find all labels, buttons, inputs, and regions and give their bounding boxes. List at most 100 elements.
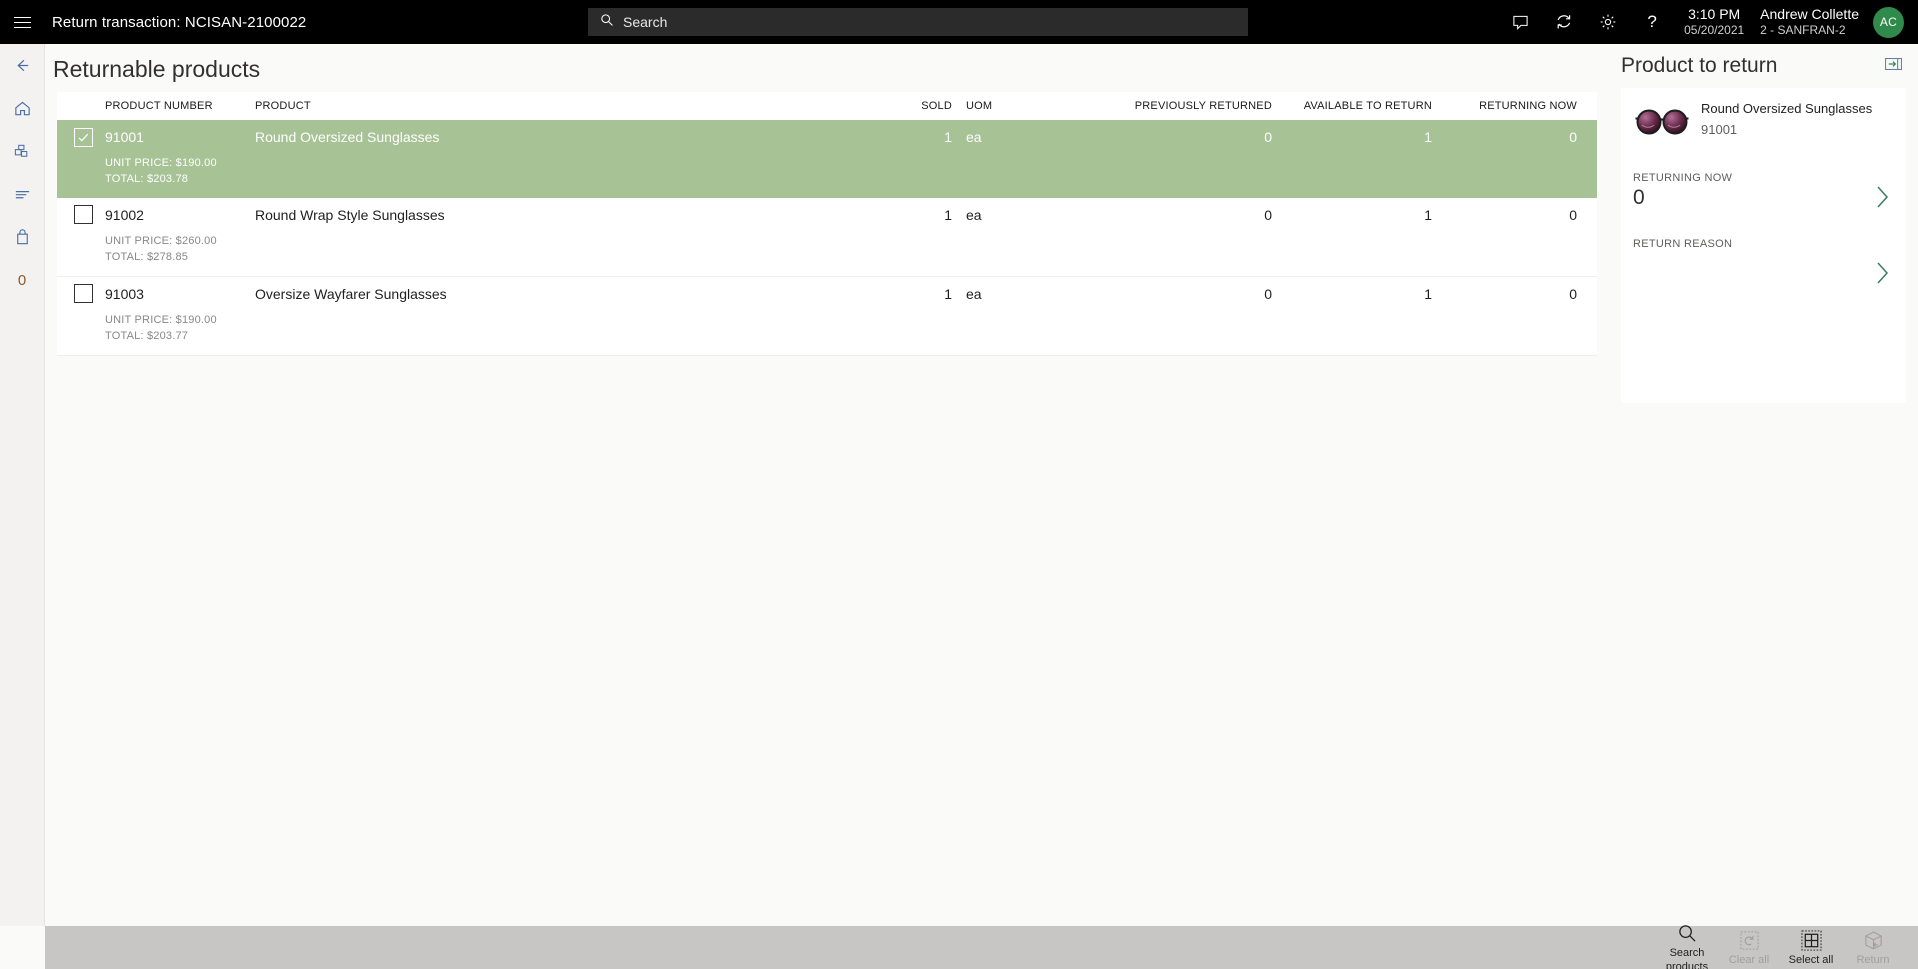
cell-product: Round Wrap Style Sunglasses bbox=[255, 206, 445, 223]
select-all-button[interactable]: Select all bbox=[1780, 928, 1842, 968]
column-header-available-to-return: AVAILABLE TO RETURN bbox=[1303, 100, 1432, 112]
clear-all-icon bbox=[1739, 931, 1759, 950]
cell-available-to-return: 1 bbox=[1424, 129, 1432, 145]
sidebar-cart-count: 0 bbox=[17, 272, 27, 289]
main-content: Returnable products PRODUCT NUMBER PRODU… bbox=[45, 44, 1609, 926]
help-question-icon[interactable]: ? bbox=[1630, 0, 1674, 44]
cell-product-number: 91003 bbox=[105, 285, 144, 302]
row-checkbox[interactable] bbox=[74, 284, 93, 304]
bottom-action-bar: Search products Clear all Select all Ret… bbox=[45, 924, 1918, 969]
sidebar-item-home[interactable] bbox=[0, 87, 45, 130]
cell-returning-now: 0 bbox=[1569, 129, 1577, 145]
select-all-label: Select all bbox=[1788, 953, 1834, 966]
sidebar-item-products[interactable] bbox=[0, 130, 45, 173]
cell-previously-returned: 0 bbox=[1264, 285, 1272, 302]
cell-returning-now: 0 bbox=[1569, 285, 1577, 302]
global-search-input[interactable]: Search bbox=[588, 8, 1248, 36]
panel-title: Product to return bbox=[1621, 54, 1778, 77]
page-heading: Returnable products bbox=[53, 56, 261, 82]
product-to-return-panel: Product to return Round Oversized Sungla… bbox=[1609, 44, 1918, 926]
expand-panel-icon[interactable] bbox=[1885, 57, 1902, 76]
search-products-button[interactable]: Search products bbox=[1656, 921, 1718, 969]
cell-unit-price: UNIT PRICE: $190.00 bbox=[105, 313, 217, 326]
chevron-right-icon[interactable] bbox=[1874, 260, 1890, 291]
return-reason-label: RETURN REASON bbox=[1633, 238, 1733, 250]
column-header-product-number: PRODUCT NUMBER bbox=[105, 100, 213, 112]
cell-previously-returned: 0 bbox=[1264, 129, 1272, 145]
cell-unit-price: UNIT PRICE: $260.00 bbox=[105, 234, 217, 247]
selected-product-summary: Round Oversized Sunglasses 91001 bbox=[1621, 88, 1906, 146]
sunglasses-thumbnail-icon bbox=[1633, 98, 1691, 146]
cell-product: Oversize Wayfarer Sunglasses bbox=[255, 285, 447, 302]
panel-header: Product to return bbox=[1609, 44, 1918, 78]
return-reason-field[interactable]: RETURN REASON bbox=[1621, 238, 1906, 284]
settings-gear-icon[interactable] bbox=[1586, 0, 1630, 44]
cell-total: TOTAL: $203.78 bbox=[105, 172, 189, 185]
return-reason-value bbox=[1633, 252, 1894, 278]
clear-all-label: Clear all bbox=[1728, 953, 1770, 966]
row-price-details: UNIT PRICE: $260.00 TOTAL: $278.85 bbox=[57, 232, 1597, 276]
current-date: 05/20/2021 bbox=[1684, 23, 1745, 38]
chevron-right-icon[interactable] bbox=[1874, 184, 1890, 215]
row-price-details: UNIT PRICE: $190.00 TOTAL: $203.78 bbox=[57, 154, 1597, 198]
sidebar-item-journal[interactable] bbox=[0, 173, 45, 216]
sync-icon[interactable] bbox=[1542, 0, 1586, 44]
user-store: 2 - SANFRAN-2 bbox=[1760, 23, 1846, 38]
return-label: Return bbox=[1856, 953, 1890, 966]
cell-product-number: 91001 bbox=[105, 129, 144, 145]
return-button[interactable]: Return bbox=[1842, 928, 1904, 968]
returning-now-field[interactable]: RETURNING NOW 0 bbox=[1621, 172, 1906, 212]
cell-sold: 1 bbox=[944, 206, 952, 223]
page-title-transaction: Return transaction: NCISAN-2100022 bbox=[52, 13, 307, 31]
row-checkbox[interactable] bbox=[74, 127, 93, 147]
cell-returning-now: 0 bbox=[1569, 206, 1577, 223]
row-checkbox[interactable] bbox=[74, 205, 93, 225]
returning-now-value: 0 bbox=[1633, 186, 1645, 209]
top-bar-right-cluster: ? 3:10 PM 05/20/2021 Andrew Collette 2 -… bbox=[1498, 0, 1918, 44]
check-icon bbox=[78, 133, 89, 142]
cell-unit-price: UNIT PRICE: $190.00 bbox=[105, 157, 217, 169]
cell-sold: 1 bbox=[944, 129, 952, 145]
sidebar-item-cart[interactable] bbox=[0, 216, 45, 259]
cell-available-to-return: 1 bbox=[1424, 206, 1432, 223]
table-row[interactable]: 91002 Round Wrap Style Sunglasses 1 ea 0… bbox=[57, 197, 1597, 277]
search-products-label: Search products bbox=[1665, 946, 1709, 969]
cell-product-number: 91002 bbox=[105, 206, 144, 223]
table-row[interactable]: 91003 Oversize Wayfarer Sunglasses 1 ea … bbox=[57, 276, 1597, 356]
left-nav-rail: 0 bbox=[0, 44, 45, 926]
cell-total: TOTAL: $278.85 bbox=[105, 250, 189, 263]
user-info[interactable]: Andrew Collette 2 - SANFRAN-2 bbox=[1760, 5, 1859, 39]
clear-all-button[interactable]: Clear all bbox=[1718, 928, 1780, 968]
top-app-bar: Return transaction: NCISAN-2100022 Searc… bbox=[0, 0, 1918, 44]
column-header-sold: SOLD bbox=[921, 100, 952, 112]
cell-uom: ea bbox=[966, 285, 982, 302]
hamburger-menu-icon[interactable] bbox=[0, 0, 44, 44]
sidebar-item-back[interactable] bbox=[0, 44, 45, 87]
column-header-previously-returned: PREVIOUSLY RETURNED bbox=[1134, 100, 1272, 112]
select-all-grid-icon bbox=[1800, 930, 1822, 951]
panel-card: Round Oversized Sunglasses 91001 RETURNI… bbox=[1621, 88, 1906, 403]
avatar[interactable]: AC bbox=[1873, 6, 1904, 38]
message-icon[interactable] bbox=[1498, 0, 1542, 44]
user-name: Andrew Collette bbox=[1760, 6, 1859, 23]
cell-total: TOTAL: $203.77 bbox=[105, 329, 189, 342]
panel-product-number: 91001 bbox=[1701, 121, 1738, 137]
table-header-row: PRODUCT NUMBER PRODUCT SOLD UOM PREVIOUS… bbox=[57, 92, 1597, 120]
column-header-uom: UOM bbox=[966, 100, 993, 112]
column-header-returning-now: RETURNING NOW bbox=[1479, 100, 1577, 112]
column-header-product: PRODUCT bbox=[255, 100, 311, 112]
table-row[interactable]: 91001 Round Oversized Sunglasses 1 ea 0 … bbox=[57, 120, 1597, 198]
pos-return-transaction-screen: Return transaction: NCISAN-2100022 Searc… bbox=[0, 0, 1918, 969]
return-box-icon bbox=[1864, 931, 1882, 950]
cell-sold: 1 bbox=[944, 285, 952, 302]
cell-uom: ea bbox=[966, 129, 982, 145]
row-price-details: UNIT PRICE: $190.00 TOTAL: $203.77 bbox=[57, 311, 1597, 355]
returning-now-label: RETURNING NOW bbox=[1633, 172, 1733, 184]
search-icon bbox=[1678, 924, 1696, 942]
returnable-products-table: PRODUCT NUMBER PRODUCT SOLD UOM PREVIOUS… bbox=[57, 92, 1597, 356]
cell-previously-returned: 0 bbox=[1264, 206, 1272, 223]
cell-uom: ea bbox=[966, 206, 982, 223]
panel-product-name: Round Oversized Sunglasses bbox=[1701, 101, 1873, 116]
current-time: 3:10 PM bbox=[1688, 5, 1741, 22]
cell-product: Round Oversized Sunglasses bbox=[255, 129, 440, 145]
